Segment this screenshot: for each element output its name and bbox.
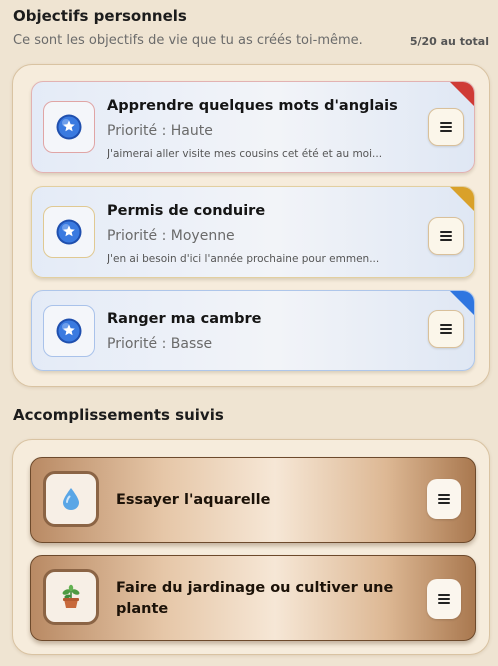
goal-menu-button[interactable] [428, 217, 464, 255]
goal-card[interactable]: Apprendre quelques mots d'anglais Priori… [31, 81, 475, 173]
goal-menu-button[interactable] [428, 310, 464, 348]
achievement-menu-button[interactable] [427, 579, 461, 619]
goal-title: Permis de conduire [107, 203, 266, 219]
menu-icon [440, 231, 452, 241]
menu-icon [440, 324, 452, 334]
achievement-title: Essayer l'aquarelle [116, 492, 271, 508]
achievement-title: Faire du jardinage ou cultiver une plant… [116, 580, 394, 617]
water-drop-icon [63, 488, 79, 510]
objectives-title: Objectifs personnels [13, 7, 187, 25]
achievements-title: Accomplissements suivis [13, 406, 224, 424]
achievements-panel: Essayer l'aquarelle Faire du jardinage o… [12, 439, 490, 655]
achievement-card[interactable]: Faire du jardinage ou cultiver une plant… [30, 555, 476, 641]
achievement-menu-button[interactable] [427, 479, 461, 519]
menu-icon [438, 494, 450, 504]
star-badge-icon [56, 318, 82, 344]
goal-card[interactable]: Ranger ma cambre Priorité : Basse [31, 290, 475, 371]
achievement-icon-box [43, 471, 99, 527]
goal-priority: Priorité : Basse [107, 336, 213, 352]
achievement-card[interactable]: Essayer l'aquarelle [30, 457, 476, 543]
objectives-counter: 5/20 au total [409, 35, 489, 48]
goal-title: Ranger ma cambre [107, 311, 262, 327]
objectives-panel: Apprendre quelques mots d'anglais Priori… [12, 64, 490, 387]
goal-priority: Priorité : Moyenne [107, 228, 235, 244]
goal-card[interactable]: Permis de conduire Priorité : Moyenne J'… [31, 186, 475, 278]
achievement-icon-box [43, 569, 99, 625]
priority-high-marker [450, 82, 474, 106]
goal-description: J'aimerai aller visite mes cousins cet é… [107, 148, 383, 160]
goal-icon-box [43, 101, 95, 153]
goal-menu-button[interactable] [428, 108, 464, 146]
menu-icon [440, 122, 452, 132]
goal-description: J'en ai besoin d'ici l'année prochaine p… [107, 253, 380, 265]
goal-title: Apprendre quelques mots d'anglais [107, 98, 398, 114]
priority-medium-marker [450, 187, 474, 211]
potted-plant-icon [62, 584, 80, 608]
goal-icon-box [43, 206, 95, 258]
menu-icon [438, 594, 450, 604]
goal-icon-box [43, 305, 95, 357]
goal-priority: Priorité : Haute [107, 123, 213, 139]
star-badge-icon [56, 114, 82, 140]
star-badge-icon [56, 219, 82, 245]
objectives-subtitle: Ce sont les objectifs de vie que tu as c… [13, 33, 363, 48]
